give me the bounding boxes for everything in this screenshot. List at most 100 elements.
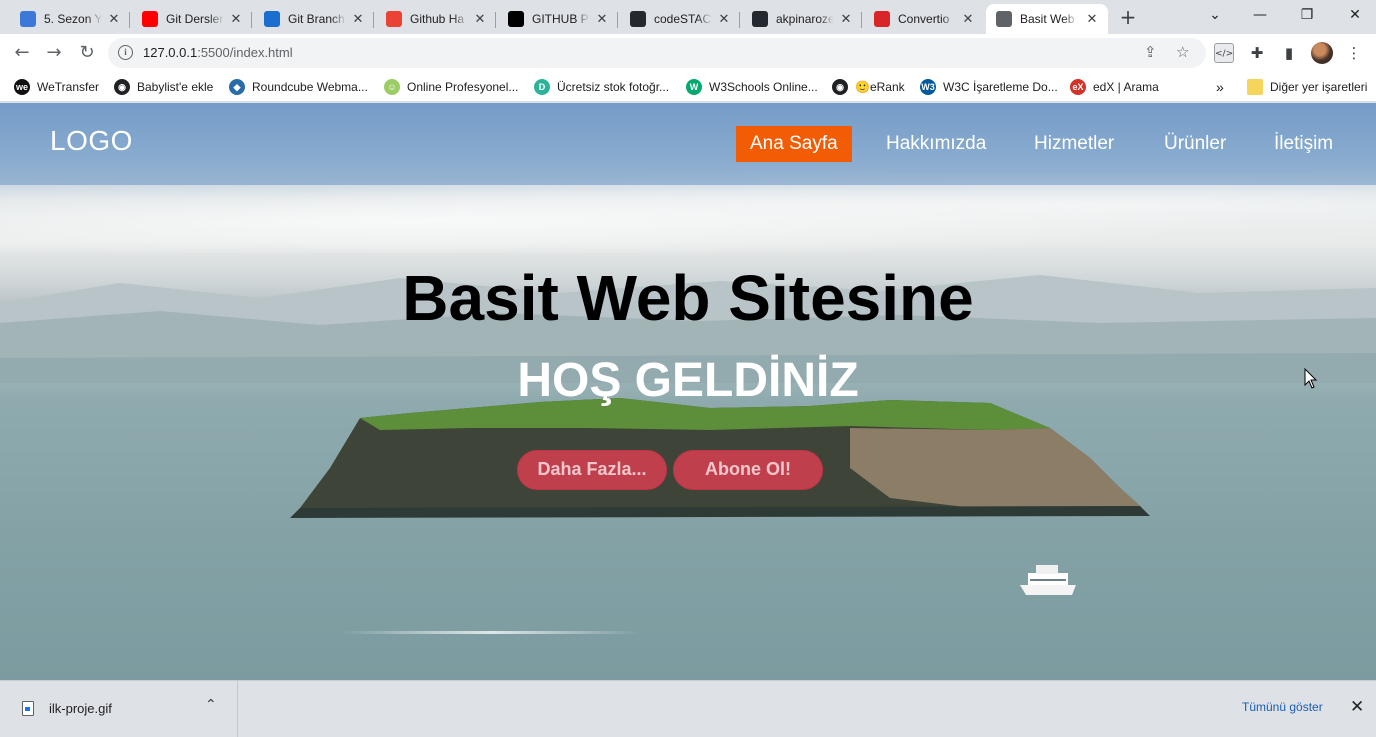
bookmark-item[interactable]: D Ücretsiz stok fotoğr... xyxy=(534,77,669,97)
tab-title: 5. Sezon Y xyxy=(44,12,102,26)
close-tab-icon[interactable]: ✕ xyxy=(594,12,610,27)
close-window-button[interactable]: ✕ xyxy=(1340,4,1370,26)
other-bookmarks-folder[interactable]: Diğer yer işaretleri xyxy=(1247,77,1367,97)
chevron-up-icon[interactable]: ⌃ xyxy=(205,697,217,713)
browser-tab[interactable]: Git Branch ✕ xyxy=(254,4,374,34)
nav-urunler[interactable]: Ürünler xyxy=(1150,126,1240,162)
cruise-ship-image xyxy=(1020,565,1076,595)
tab-title: Git Branch xyxy=(288,12,345,26)
profile-avatar[interactable] xyxy=(1311,42,1333,64)
extensions-puzzle-icon[interactable]: ✚ xyxy=(1247,43,1267,63)
close-tab-icon[interactable]: ✕ xyxy=(716,12,732,27)
azure-icon xyxy=(264,11,280,27)
youtube-icon xyxy=(142,11,158,27)
close-tab-icon[interactable]: ✕ xyxy=(1084,12,1100,27)
w3schools-icon: W xyxy=(686,79,702,95)
back-button[interactable]: ← xyxy=(9,41,35,65)
bookmark-label: Online Profesyonel... xyxy=(407,80,519,94)
url-text[interactable]: 127.0.0.1:5500/index.html xyxy=(143,45,293,60)
download-file-name: ilk-proje.gif xyxy=(49,701,112,716)
edx-icon: eX xyxy=(1070,79,1086,95)
close-tab-icon[interactable]: ✕ xyxy=(960,12,976,27)
bookmark-label: Babylist'e ekle xyxy=(137,80,214,94)
nav-iletisim[interactable]: İletişim xyxy=(1260,126,1347,162)
tab-title: Convertio xyxy=(898,12,950,26)
bookmark-item[interactable]: W3 W3C İşaretleme Do... xyxy=(920,77,1058,97)
nav-hakkimizda[interactable]: Hakkımızda xyxy=(872,126,1000,162)
tab-separator xyxy=(495,12,496,28)
bookmark-item[interactable]: ◉ Babylist'e ekle xyxy=(114,77,213,97)
browser-tab[interactable]: Basit Web ✕ xyxy=(986,4,1108,34)
tab-separator xyxy=(129,12,130,28)
download-shelf: ilk-proje.gif ⌃ Tümünü göster ✕ xyxy=(0,680,1376,737)
tab-separator xyxy=(739,12,740,28)
bookmark-label: edX | Arama xyxy=(1093,80,1159,94)
w3c-icon: W3 xyxy=(920,79,936,95)
site-logo[interactable]: LOGO xyxy=(50,125,133,157)
close-tab-icon[interactable]: ✕ xyxy=(838,12,854,27)
hero-title: Basit Web Sitesine xyxy=(402,262,974,334)
browser-toolbar: ← → ↻ i 127.0.0.1:5500/index.html ⇪ ☆ </… xyxy=(0,34,1376,72)
tab-title: codeSTACK xyxy=(654,12,712,26)
address-bar[interactable]: i 127.0.0.1:5500/index.html ⇪ ☆ xyxy=(108,38,1206,68)
share-icon[interactable]: ⇪ xyxy=(1144,43,1157,61)
globe-icon xyxy=(996,11,1012,27)
nav-ana-sayfa[interactable]: Ana Sayfa xyxy=(736,126,852,162)
site-info-icon[interactable]: i xyxy=(118,45,133,60)
tab-separator xyxy=(251,12,252,28)
reload-button[interactable]: ↻ xyxy=(74,41,100,65)
browser-tab[interactable]: codeSTACK ✕ xyxy=(620,4,740,34)
maximize-button[interactable]: ❐ xyxy=(1292,4,1322,26)
wetransfer-icon: we xyxy=(14,79,30,95)
browser-tab[interactable]: Github Ha ✕ xyxy=(376,4,496,34)
smiley-icon: ☺ xyxy=(384,79,400,95)
bookmark-star-icon[interactable]: ☆ xyxy=(1176,43,1189,61)
bookmarks-bar: we WeTransfer ◉ Babylist'e ekle ◆ Roundcube W… xyxy=(0,72,1376,102)
bookmark-item[interactable]: ◆ Roundcube Webma... xyxy=(229,77,368,97)
live-server-extension-icon[interactable]: </> xyxy=(1214,43,1234,63)
new-tab-button[interactable]: + xyxy=(1116,6,1140,30)
github-icon xyxy=(630,11,646,27)
tab-separator xyxy=(617,12,618,28)
close-download-shelf-icon[interactable]: ✕ xyxy=(1350,697,1364,717)
close-tab-icon[interactable]: ✕ xyxy=(228,12,244,27)
bookmark-item[interactable]: we WeTransfer xyxy=(14,77,99,97)
water-wake xyxy=(340,631,640,634)
more-button[interactable]: Daha Fazla... xyxy=(517,450,667,490)
url-host: 127.0.0.1 xyxy=(143,45,198,60)
nav-hizmetler[interactable]: Hizmetler xyxy=(1020,126,1128,162)
show-all-downloads-link[interactable]: Tümünü göster xyxy=(1242,700,1323,714)
browser-tab[interactable]: Convertio ✕ xyxy=(864,4,984,34)
profile-icon xyxy=(20,11,36,27)
globe-icon: ◉ xyxy=(832,79,848,95)
download-item[interactable]: ilk-proje.gif ⌃ xyxy=(0,681,238,737)
url-path: :5500/index.html xyxy=(197,45,293,60)
forward-button[interactable]: → xyxy=(41,41,67,65)
bookmark-label: WeTransfer xyxy=(37,80,100,94)
clouds xyxy=(0,173,1376,253)
close-tab-icon[interactable]: ✕ xyxy=(106,12,122,27)
close-tab-icon[interactable]: ✕ xyxy=(350,12,366,27)
bookmarks-overflow-button[interactable]: » xyxy=(1216,77,1224,97)
tab-search-icon[interactable]: ⌄ xyxy=(1200,4,1230,26)
browser-tab[interactable]: 5. Sezon Y ✕ xyxy=(10,4,130,34)
bookmark-label: 🙂eRank xyxy=(855,80,905,94)
minimize-button[interactable]: — xyxy=(1245,4,1275,26)
bookmark-item[interactable]: W W3Schools Online... xyxy=(686,77,818,97)
browser-tab[interactable]: GITHUB PR ✕ xyxy=(498,4,618,34)
browser-tab[interactable]: Git Dersler ✕ xyxy=(132,4,252,34)
bookmark-item[interactable]: eX edX | Arama xyxy=(1070,77,1159,97)
menu-kebab-icon[interactable]: ⋮ xyxy=(1344,43,1364,63)
side-panel-icon[interactable]: ▮ xyxy=(1279,43,1299,63)
stock-photo-icon: D xyxy=(534,79,550,95)
folder-icon xyxy=(1247,79,1263,95)
medium-icon xyxy=(508,11,524,27)
bookmark-item[interactable]: ◉ 🙂eRank xyxy=(832,77,905,97)
subscribe-button[interactable]: Abone Ol! xyxy=(673,450,823,490)
bookmark-item[interactable]: ☺ Online Profesyonel... xyxy=(384,77,518,97)
github-icon xyxy=(752,11,768,27)
site-header: LOGO Ana Sayfa Hakkımızda Hizmetler Ürün… xyxy=(0,103,1376,185)
globe-icon: ◉ xyxy=(114,79,130,95)
close-tab-icon[interactable]: ✕ xyxy=(472,12,488,27)
browser-tab[interactable]: akpinaroze ✕ xyxy=(742,4,862,34)
